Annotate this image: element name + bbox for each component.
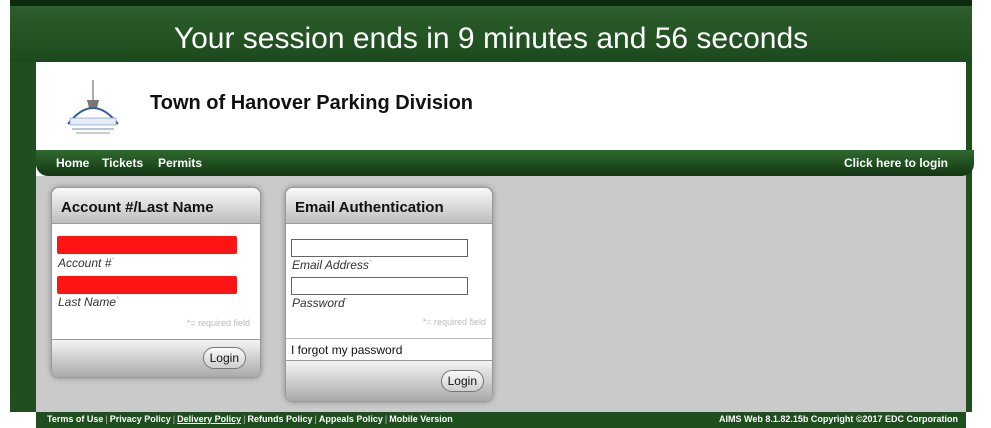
login-link[interactable]: Click here to login bbox=[844, 156, 948, 170]
forgot-password-link[interactable]: I forgot my password bbox=[291, 343, 402, 357]
frame-left-border bbox=[10, 62, 36, 412]
password-label: Password* bbox=[292, 296, 348, 310]
email-panel-footer: Login bbox=[286, 360, 492, 401]
account-panel-footer: Login bbox=[52, 339, 260, 377]
email-login-panel: Email Authentication Email Address* Pass… bbox=[285, 187, 493, 402]
email-panel-title: Email Authentication bbox=[286, 188, 492, 224]
required-field-note: *= required field bbox=[422, 317, 486, 327]
account-number-label: Account #* bbox=[58, 256, 115, 270]
nav-home[interactable]: Home bbox=[56, 156, 89, 170]
last-name-label: Last Name* bbox=[58, 295, 119, 309]
site-footer: Terms of Use | Privacy Policy | Delivery Pol… bbox=[36, 412, 966, 428]
site-header: Town of Hanover Parking Division bbox=[36, 62, 966, 150]
email-address-label: Email Address* bbox=[292, 258, 372, 272]
content-area: Account #/Last Name Account #* Last Name… bbox=[36, 176, 966, 412]
required-field-note: *= required field bbox=[186, 318, 250, 328]
town-logo bbox=[62, 78, 124, 138]
account-login-panel: Account #/Last Name Account #* Last Name… bbox=[51, 187, 261, 378]
refunds-policy-link[interactable]: Refunds Policy bbox=[247, 414, 312, 424]
copyright-text: AIMS Web 8.1.82.15b Copyright ©2017 EDC … bbox=[718, 414, 958, 424]
account-panel-title: Account #/Last Name bbox=[52, 188, 260, 224]
session-banner: Your session ends in 9 minutes and 56 se… bbox=[10, 6, 972, 62]
footer-links: Terms of Use | Privacy Policy | Delivery Pol… bbox=[47, 414, 453, 424]
terms-of-use-link[interactable]: Terms of Use bbox=[47, 414, 103, 424]
delivery-policy-link[interactable]: Delivery Policy bbox=[177, 414, 241, 424]
last-name-input[interactable] bbox=[57, 276, 237, 294]
nav-permits[interactable]: Permits bbox=[158, 156, 202, 170]
frame-right-border bbox=[966, 62, 972, 412]
email-login-button[interactable]: Login bbox=[440, 370, 484, 392]
page-title: Town of Hanover Parking Division bbox=[150, 92, 474, 114]
session-timer-text: Your session ends in 9 minutes and 56 se… bbox=[173, 22, 809, 55]
account-number-input[interactable] bbox=[57, 236, 237, 254]
main-nav: Home Tickets Permits Click here to login bbox=[36, 150, 974, 176]
appeals-policy-link[interactable]: Appeals Policy bbox=[319, 414, 383, 424]
forgot-divider bbox=[286, 338, 492, 339]
privacy-policy-link[interactable]: Privacy Policy bbox=[110, 414, 171, 424]
nav-tickets[interactable]: Tickets bbox=[102, 156, 143, 170]
account-login-button[interactable]: Login bbox=[202, 347, 246, 369]
password-input[interactable] bbox=[291, 277, 468, 295]
mobile-version-link[interactable]: Mobile Version bbox=[389, 414, 453, 424]
email-address-input[interactable] bbox=[291, 239, 468, 257]
